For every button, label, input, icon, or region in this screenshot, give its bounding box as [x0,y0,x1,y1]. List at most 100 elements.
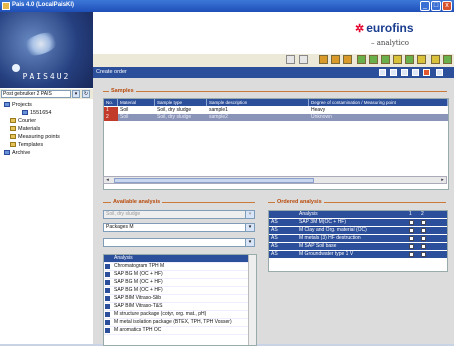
forward-icon[interactable] [390,69,397,76]
ordered-col-2[interactable]: 2 [421,211,424,218]
col-header-sample-type[interactable]: Sample type [155,99,207,106]
toolbar-button-1[interactable] [319,55,328,64]
sample-description: sample2 [209,114,228,120]
close-button[interactable]: x [442,1,452,11]
sample-type-field[interactable]: Soil, dry sludge ▾ [103,210,255,219]
sample-1-checkbox[interactable]: ✓ [409,252,414,258]
help-icon[interactable] [436,69,443,76]
list-item[interactable]: SAP BG M (OC + HF) [104,271,256,279]
ordered-row[interactable]: AS M Clay and Org. material (OC) ✓ [269,227,447,234]
ordered-col-1[interactable]: 1 [409,211,412,218]
ordered-row[interactable]: AS M SAP Soil base ✓ [269,243,447,250]
chevron-down-icon[interactable]: ▾ [245,224,254,231]
list-item[interactable]: M metal isolation package (BTEX, TPH, TP… [104,319,256,327]
print-icon[interactable] [401,69,408,76]
sample-type: Soil, dry sludge [157,114,192,120]
minimize-button[interactable]: _ [420,1,430,11]
ordered-row[interactable]: AS M metals (3) HF destruction ✓ ✓ [269,235,447,242]
col-header-no[interactable]: No. [104,99,118,106]
list-item[interactable]: Chromatogram TPH M [104,263,256,271]
toolbar-button-4[interactable] [357,55,366,64]
tree-item-projects[interactable]: Projects [4,102,32,108]
tree-label: 1551654 [30,110,52,116]
ordered-analysis-table: Analysis 1 2 AS SAP 3M M(OC + HF) ✓ ✓ AS… [268,210,448,272]
chevron-down-icon[interactable]: ▾ [245,211,254,218]
list-item[interactable]: SAP BG M (OC + HF) [104,279,256,287]
ordered-header-row: Analysis 1 2 [269,211,447,218]
sample-1-checkbox[interactable]: ✓ [409,220,414,226]
sample-1-checkbox[interactable]: ✓ [409,228,414,234]
maximize-button[interactable]: □ [431,1,441,11]
list-item[interactable]: M aromatics TPH OC [104,327,256,335]
analysis-icon [105,320,110,325]
toolbar-button-10[interactable] [431,55,440,64]
toolbar-button-7[interactable] [393,55,402,64]
toolbar-button-8[interactable] [405,55,414,64]
tools-icon[interactable] [299,55,308,64]
stop-icon[interactable] [423,69,430,76]
ordered-row[interactable]: AS M Groundwater type 1 V ✓ [269,251,447,258]
list-item-label: SAP BIM Vitraso-T&S [114,303,163,309]
sample-2-checkbox[interactable] [421,252,426,257]
search-icon[interactable] [286,55,295,64]
list-item[interactable]: M structure package (cotyr, org. mat., p… [104,311,256,319]
list-item-label: SAP BG M (OC + HF) [114,279,163,285]
col-header-sample-description[interactable]: Sample description [207,99,309,106]
tree-item-templates[interactable]: Templates [10,142,43,148]
sample-2-checkbox[interactable] [421,228,426,233]
sample-2-checkbox[interactable]: ✓ [421,220,426,226]
toolbar-button-9[interactable] [417,55,426,64]
list-item[interactable]: SAP BIM Vitraso-Slib [104,295,256,303]
ordered-col-analysis[interactable]: Analysis [299,211,318,218]
refresh-icon[interactable]: ↻ [82,90,90,98]
tree-label: Templates [18,142,44,148]
tree-item-measuring-points[interactable]: Measuring points [10,134,60,140]
samples-horizontal-scrollbar[interactable]: ◂ ▸ [103,176,447,184]
available-section-title: Available analysis [111,199,163,205]
sample-2-checkbox[interactable]: ✓ [421,236,426,242]
package-select[interactable]: Packages M ▾ [103,223,255,232]
ordered-row[interactable]: AS SAP 3M M(OC + HF) ✓ ✓ [269,219,447,226]
scroll-thumb[interactable] [114,178,314,183]
toolbar-button-3[interactable] [343,55,352,64]
tree-item-project-1551654[interactable]: 1551654 [22,110,51,116]
dropdown-arrow-icon[interactable]: ▾ [72,90,80,98]
analysis-icon [105,312,110,317]
back-icon[interactable] [379,69,386,76]
sample-material: Soil [120,114,129,120]
toolbar-button-2[interactable] [331,55,340,64]
analysis-column-header[interactable]: Analysis [104,255,256,263]
toolbar-button-5[interactable] [369,55,378,64]
user-select-value: Post gebruiker 2 PAIS [3,91,52,97]
col-header-measuring-point-label: Measuring point [363,100,396,105]
analysis-search-select[interactable]: ▾ [103,238,255,247]
scroll-left-icon[interactable]: ◂ [104,177,111,184]
tree-item-materials[interactable]: Materials [10,126,40,132]
tree-item-archive[interactable]: Archive [4,150,30,156]
toolbar-button-6[interactable] [381,55,390,64]
title-bar: Pais 4.0 (LocalPaisKl) _ □ x [0,0,454,12]
tree-label: Materials [18,126,41,132]
toolbar-button-11[interactable] [443,55,452,64]
tree-label: Courier [18,118,37,124]
sample-row[interactable]: 1 Soil Soil, dry sludge sample1 Heavy [104,107,448,114]
ordered-section-title: Ordered analysis [275,199,324,205]
available-vertical-scrollbar[interactable] [248,255,256,345]
sample-degree: Heavy [311,107,326,113]
user-select[interactable]: Post gebruiker 2 PAIS [1,90,71,98]
sample-1-checkbox[interactable]: ✓ [409,244,414,250]
sample-row-selected[interactable]: 2 Soil Soil, dry sludge sample2 Unknown [104,114,448,121]
ordered-name: M Clay and Org. material (OC) [299,227,367,233]
tree-item-courier[interactable]: Courier [10,118,36,124]
sample-1-checkbox[interactable]: ✓ [409,236,414,242]
sample-2-checkbox[interactable] [421,244,426,249]
templates-icon [10,142,16,148]
eurofins-logo: ✲ eurofins [355,21,414,35]
list-item[interactable]: SAP BG M (OC + HF) [104,287,256,295]
scroll-right-icon[interactable]: ▸ [439,177,446,184]
col-header-material[interactable]: Material [118,99,155,106]
col-header-degree[interactable]: Degree of contamination / Measuring poin… [309,99,448,106]
save-icon[interactable] [412,69,419,76]
list-item[interactable]: SAP BIM Vitraso-T&S [104,303,256,311]
chevron-down-icon[interactable]: ▾ [245,239,254,246]
